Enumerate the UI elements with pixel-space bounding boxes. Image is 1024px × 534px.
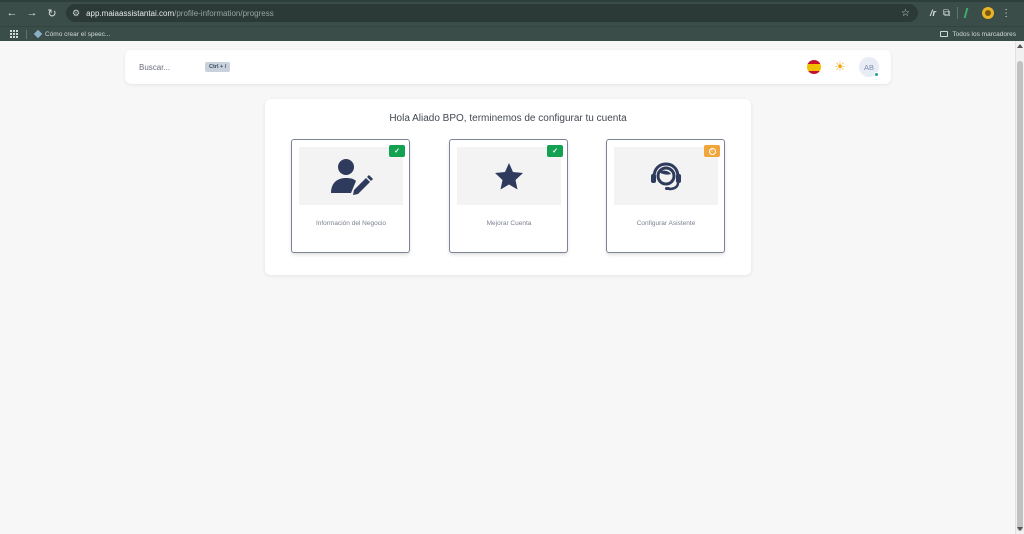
- search-shortcut-badge: Ctrl + /: [205, 62, 231, 72]
- headset-icon: [651, 162, 681, 191]
- step-media: [614, 147, 718, 205]
- forward-icon[interactable]: →: [24, 7, 40, 19]
- header-actions: ☀ AB: [807, 57, 879, 77]
- bookmark-item[interactable]: Cómo crear el speec...: [33, 29, 111, 39]
- site-info-icon[interactable]: ⚙: [72, 8, 80, 19]
- page-scrollbar[interactable]: [1015, 41, 1024, 534]
- star-icon: [495, 163, 523, 190]
- extensions-puzzle-icon[interactable]: ⧉: [943, 8, 950, 19]
- step-label: Información del Negocio: [315, 220, 387, 227]
- avatar[interactable]: AB: [859, 57, 879, 77]
- step-label: Mejorar Cuenta: [486, 220, 532, 227]
- search-input[interactable]: Buscar...: [139, 63, 205, 72]
- browser-toolbar: ← → ↻ ⚙ app.maiaassistantai.com /profile…: [0, 0, 1024, 26]
- bookmark-star-icon[interactable]: ☆: [901, 8, 910, 19]
- scroll-up-icon[interactable]: [1017, 44, 1023, 48]
- bookmark-label: Cómo crear el speec...: [45, 30, 111, 38]
- completed-check-icon: ✓: [547, 145, 563, 157]
- reload-icon[interactable]: ↻: [44, 7, 60, 20]
- toolbar-divider: [957, 7, 959, 19]
- apps-grid-icon[interactable]: [10, 30, 18, 38]
- tab-strip: [0, 0, 1024, 2]
- bookmark-favicon-icon: [33, 29, 43, 39]
- all-bookmarks-label: Todos los marcadores: [952, 30, 1016, 38]
- app-header: Buscar... Ctrl + / ☀ AB: [125, 50, 891, 84]
- browser-menu-icon[interactable]: ⋮: [1001, 8, 1011, 19]
- user-edit-icon: [331, 159, 373, 195]
- avatar-initials: AB: [863, 62, 874, 72]
- url-path: /profile-information/progress: [174, 8, 274, 18]
- completed-check-icon: ✓: [389, 145, 405, 157]
- folder-icon: [940, 31, 949, 37]
- bookmarks-bar: Cómo crear el speec... Todos los marcado…: [0, 26, 1024, 41]
- profile-avatar-icon[interactable]: [982, 7, 995, 19]
- all-bookmarks-button[interactable]: Todos los marcadores: [940, 31, 1016, 38]
- extensions-area: /r ⧉ ⋮: [930, 7, 1011, 19]
- step-media: [299, 147, 403, 205]
- step-card-business-info[interactable]: ✓ Información del Negocio: [291, 139, 410, 253]
- step-card-upgrade-account[interactable]: ✓ Mejorar Cuenta: [449, 139, 568, 253]
- scrollbar-thumb[interactable]: [1017, 61, 1023, 531]
- pending-clock-icon: !: [704, 145, 720, 157]
- bookmarks-divider: [26, 29, 27, 39]
- scroll-down-icon[interactable]: [1017, 527, 1023, 531]
- page-title: Hola Aliado BPO, terminemos de configura…: [389, 113, 627, 124]
- onboarding-card: Hola Aliado BPO, terminemos de configura…: [265, 99, 751, 275]
- step-label: Configurar Asistente: [636, 220, 696, 227]
- online-status-dot: [874, 72, 879, 77]
- address-bar[interactable]: ⚙ app.maiaassistantai.com /profile-infor…: [66, 4, 918, 22]
- spain-flag-icon[interactable]: [807, 60, 821, 74]
- green-extension-icon[interactable]: [963, 8, 977, 18]
- step-card-configure-assistant[interactable]: ! Configurar Asistente: [606, 139, 725, 253]
- step-media: [457, 147, 561, 205]
- ai-extension-icon[interactable]: /r: [930, 8, 936, 18]
- url-host: app.maiaassistantai.com: [86, 8, 175, 18]
- sun-icon[interactable]: ☀: [833, 60, 847, 74]
- back-icon[interactable]: ←: [4, 7, 20, 19]
